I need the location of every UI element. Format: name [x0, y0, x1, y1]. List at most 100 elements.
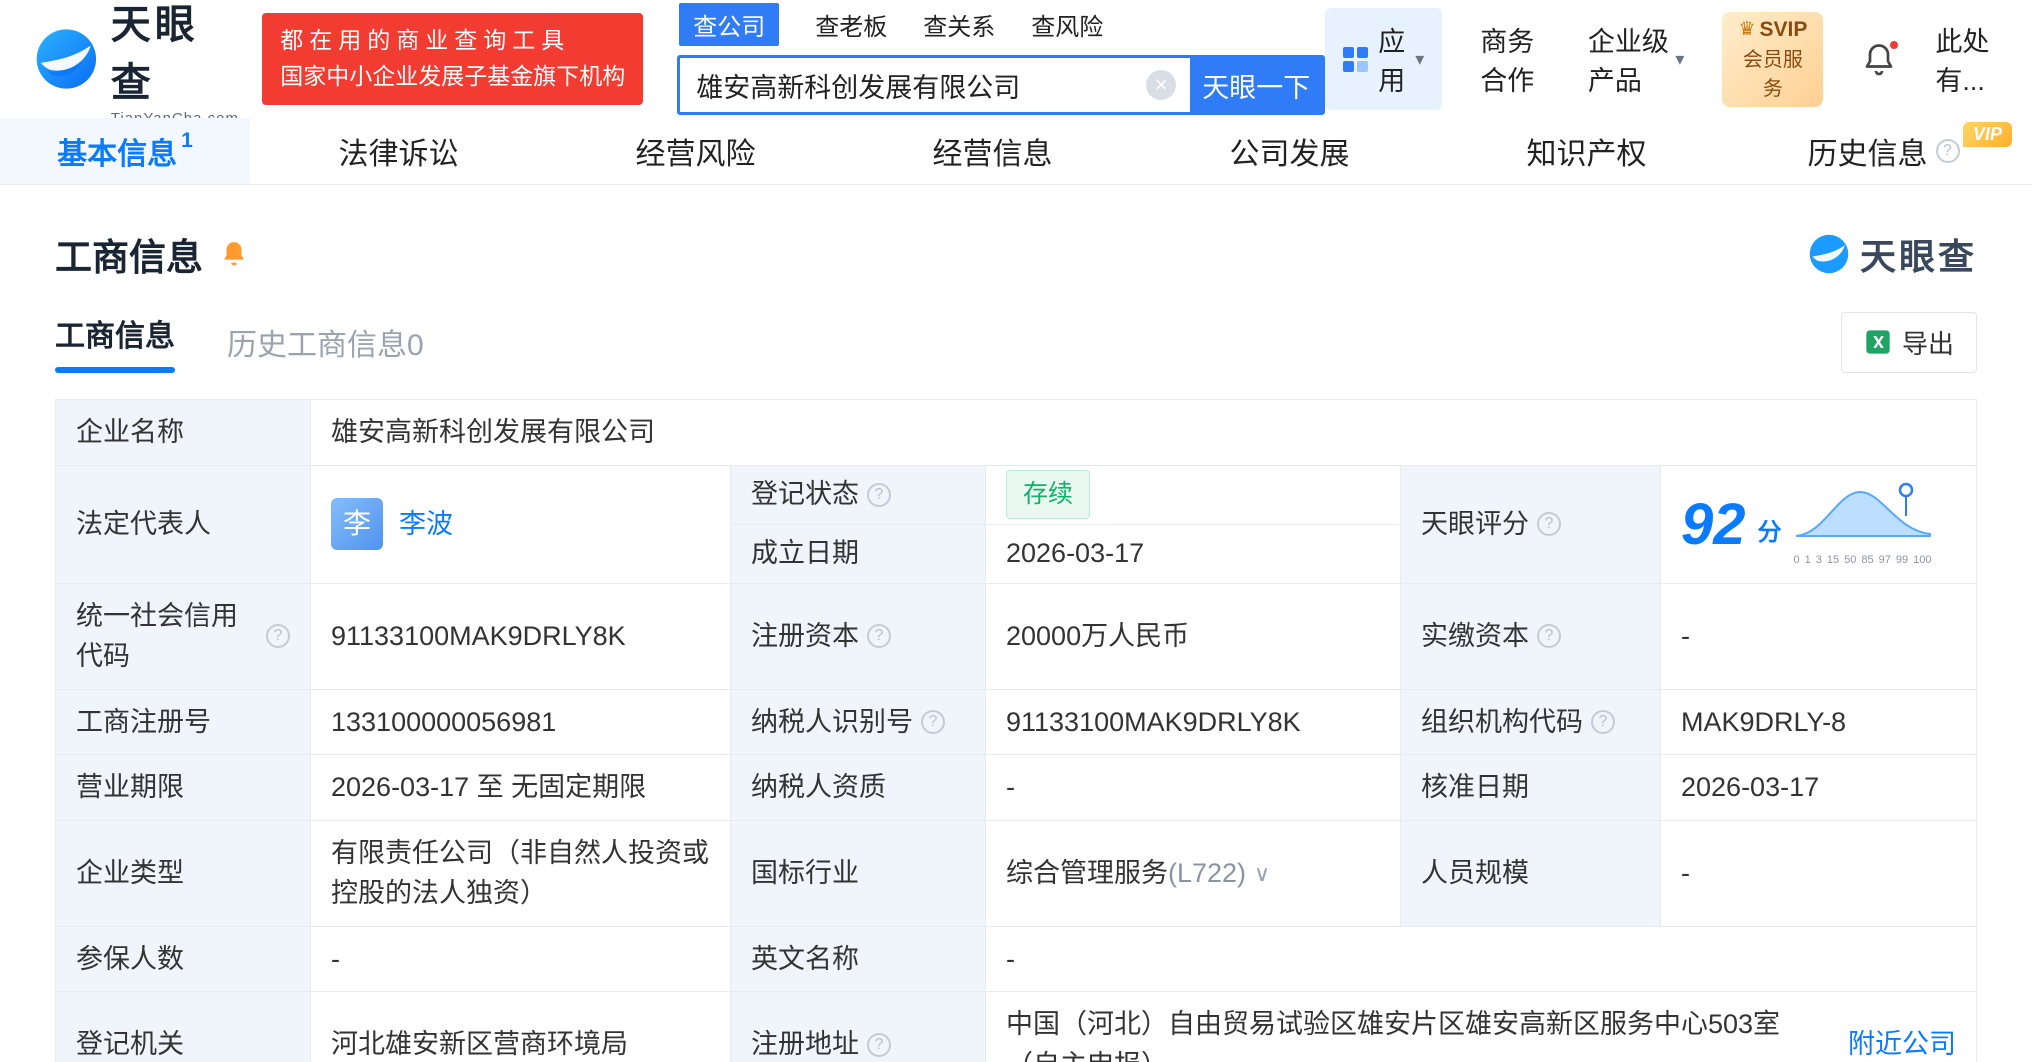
tab-intellectual-property[interactable]: 知识产权: [1438, 118, 1735, 184]
user-menu[interactable]: 此处有...: [1935, 20, 2002, 98]
paid-capital-value: -: [1661, 583, 1977, 690]
chevron-down-icon: ▾: [1675, 48, 1685, 69]
industry-code: (L722): [1168, 857, 1247, 888]
promo-line2: 国家中小企业发展子基金旗下机构: [280, 63, 626, 89]
search-tab-risk[interactable]: 查风险: [1031, 7, 1103, 42]
table-row: 登记机关 河北雄安新区营商环境局 注册地址 ? 中国（河北）自由贸易试验区雄安片…: [56, 992, 1977, 1062]
reg-capital-label: 注册资本: [751, 620, 859, 651]
org-code-value: MAK9DRLY-8: [1661, 689, 1977, 755]
field-label: 成立日期: [731, 524, 986, 584]
chevron-down-icon: ▾: [1415, 48, 1425, 69]
score-cell: 92 分 01 3 15 50 85 97 99 100: [1661, 465, 1977, 584]
help-icon[interactable]: ?: [266, 624, 290, 648]
search-button[interactable]: 天眼一下: [1190, 58, 1323, 112]
export-label: 导出: [1901, 328, 1954, 359]
clear-search-icon[interactable]: ×: [1146, 70, 1177, 100]
tab-basic-info-count: 1: [181, 129, 193, 152]
pin-icon: [1898, 482, 1913, 498]
export-button[interactable]: 导出: [1840, 311, 1977, 373]
tab-operation-info[interactable]: 经营信息: [844, 118, 1141, 184]
reg-address-label: 注册地址: [751, 1029, 859, 1060]
industry-value: 综合管理服务: [1006, 857, 1168, 888]
tianyancha-logo[interactable]: 天眼查 TianYanCha.com: [34, 0, 240, 127]
reg-status-cell: 存续: [986, 465, 1401, 525]
reg-authority-value: 河北雄安新区营商环境局: [311, 992, 731, 1062]
paid-capital-label: 实缴资本: [1421, 620, 1529, 651]
apps-label: 应用: [1378, 27, 1406, 96]
score-unit: 分: [1757, 519, 1782, 546]
reg-address-cell: 中国（河北）自由贸易试验区雄安片区雄安高新区服务中心503室（自主申报） 附近公…: [986, 992, 1977, 1062]
search-tab-boss[interactable]: 查老板: [815, 7, 887, 42]
subtabs: 工商信息 历史工商信息0 导出: [55, 311, 1977, 373]
field-label: 工商注册号: [56, 689, 311, 755]
help-icon[interactable]: ?: [1537, 512, 1561, 536]
tab-operation-risk[interactable]: 经营风险: [547, 118, 844, 184]
credit-code-value: 91133100MAK9DRLY8K: [311, 583, 731, 690]
table-row: 法定代表人 李 李波 登记状态 ? 存续 天眼评分 ? 92 分 0 1 3 1…: [56, 465, 1977, 584]
tab-history-info-label: 历史信息: [1807, 138, 1928, 171]
help-icon[interactable]: ?: [1935, 139, 1960, 163]
legal-rep-link[interactable]: 李波: [399, 504, 453, 545]
subscribe-bell-icon[interactable]: [219, 239, 249, 269]
search-tab-company[interactable]: 查公司: [679, 3, 780, 46]
tab-legal-litigation[interactable]: 法律诉讼: [250, 118, 547, 184]
field-label: 注册资本 ?: [731, 583, 986, 690]
help-icon[interactable]: ?: [1591, 709, 1615, 734]
staff-size-value: -: [1661, 820, 1977, 927]
reg-address-value: 中国（河北）自由贸易试验区雄安片区雄安高新区服务中心503室（自主申报）: [1006, 1009, 1781, 1062]
help-icon[interactable]: ?: [867, 624, 891, 648]
field-label: 参保人数: [56, 926, 311, 992]
nearby-companies-link[interactable]: 附近公司: [1848, 1024, 1956, 1062]
svip-badge[interactable]: ♛ SVIP 会员服务: [1722, 11, 1824, 107]
field-label: 登记机关: [56, 992, 311, 1062]
search-tabs: 查公司 查老板 查关系 查风险: [677, 3, 1325, 46]
score-axis: 01 3 15 50 85 97 99 100: [1793, 553, 1932, 566]
vip-badge: VIP: [1962, 122, 2012, 147]
field-label: 纳税人识别号 ?: [731, 689, 986, 755]
field-label: 国标行业: [731, 820, 986, 927]
main-content: 工商信息 天眼查 工商信息 历史工商信息0 导出 企业名称 雄安高新科创发展有限…: [0, 227, 2032, 1062]
org-code-label: 组织机构代码: [1421, 706, 1583, 737]
tianyancha-logo-icon: [36, 29, 97, 89]
search-tab-relation[interactable]: 查关系: [923, 7, 995, 42]
tab-basic-info[interactable]: 基本信息 1: [0, 118, 250, 184]
enterprise-products-label: 企业级产品: [1587, 27, 1669, 96]
field-label: 天眼评分 ?: [1401, 465, 1661, 584]
table-row: 统一社会信用代码 ? 91133100MAK9DRLY8K 注册资本 ? 200…: [56, 583, 1977, 690]
notification-bell-icon[interactable]: [1861, 39, 1901, 77]
enterprise-products-link[interactable]: 企业级产品 ▾: [1588, 20, 1685, 98]
excel-icon: [1866, 330, 1890, 354]
field-label: 法定代表人: [56, 465, 311, 584]
chevron-down-icon[interactable]: ∨: [1254, 857, 1270, 890]
watermark-logo: 天眼查: [1808, 228, 1977, 280]
score-distribution-chart: 01 3 15 50 85 97 99 100: [1794, 480, 1932, 568]
reg-number-value: 133100000056981: [311, 689, 731, 755]
table-row: 工商注册号 133100000056981 纳税人识别号 ? 91133100M…: [56, 689, 1977, 755]
field-label: 实缴资本 ?: [1401, 583, 1661, 690]
subtab-business-info[interactable]: 工商信息: [55, 311, 175, 373]
help-icon[interactable]: ?: [921, 709, 945, 734]
reg-status-label: 登记状态: [751, 479, 859, 510]
biz-cooperation-link[interactable]: 商务合作: [1480, 20, 1550, 98]
apps-button[interactable]: 应用 ▾: [1325, 8, 1443, 110]
help-icon[interactable]: ?: [867, 482, 891, 507]
svip-label: SVIP: [1759, 17, 1808, 41]
active-underline: [55, 367, 175, 373]
search-input[interactable]: [680, 58, 1147, 112]
table-row: 企业名称 雄安高新科创发展有限公司: [56, 400, 1977, 466]
tab-basic-info-label: 基本信息: [57, 138, 178, 171]
subtab-history-business-info[interactable]: 历史工商信息0: [227, 320, 424, 364]
industry-cell[interactable]: 综合管理服务 (L722) ∨: [986, 820, 1401, 927]
tab-company-development[interactable]: 公司发展: [1141, 118, 1438, 184]
taxpayer-id-value: 91133100MAK9DRLY8K: [986, 689, 1401, 755]
svip-sublabel: 会员服务: [1742, 48, 1803, 100]
tab-history-info[interactable]: VIP 历史信息 ?: [1735, 118, 2032, 184]
field-label: 登记状态 ?: [731, 465, 986, 525]
field-label: 企业类型: [56, 820, 311, 927]
approval-date-value: 2026-03-17: [1661, 755, 1977, 821]
subtab-business-info-label: 工商信息: [55, 320, 175, 353]
help-icon[interactable]: ?: [1537, 624, 1561, 648]
help-icon[interactable]: ?: [867, 1032, 891, 1057]
company-nav-tabs: 基本信息 1 法律诉讼 经营风险 经营信息 公司发展 知识产权 VIP 历史信息…: [0, 118, 2032, 185]
promo-badge: 都在用的商业查询工具 国家中小企业发展子基金旗下机构: [262, 13, 644, 105]
